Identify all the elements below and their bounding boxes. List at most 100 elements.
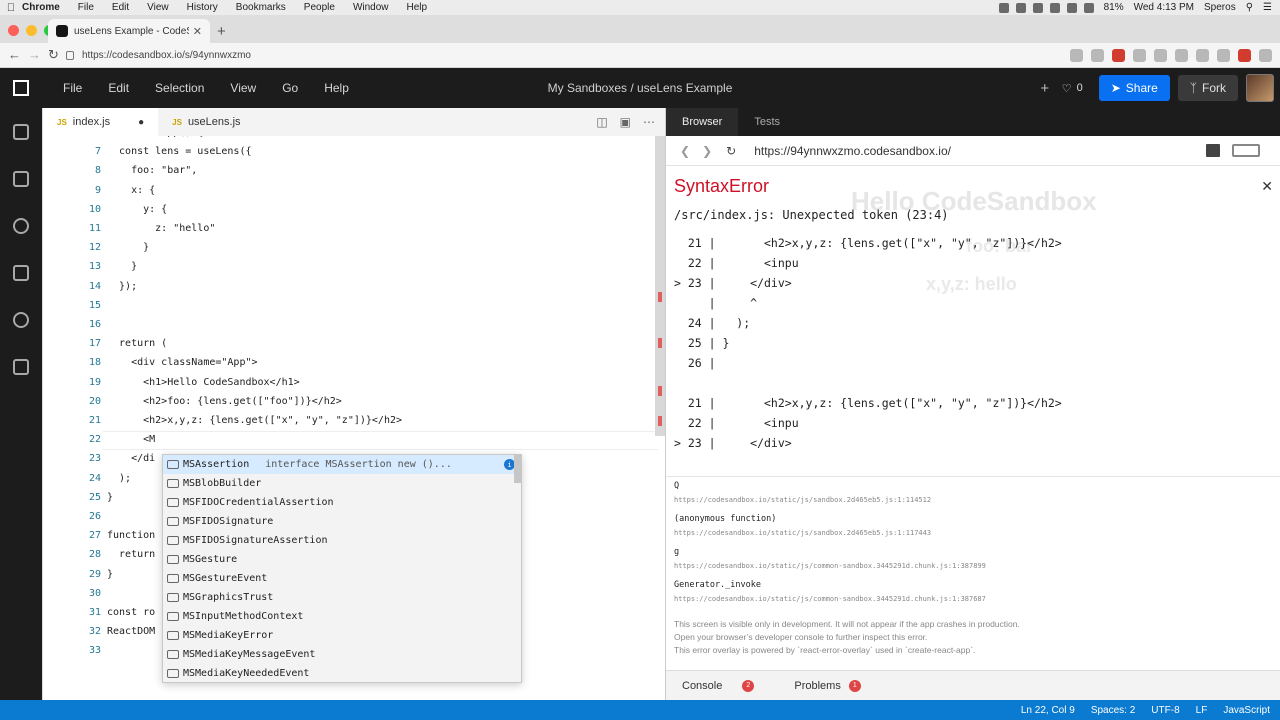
github-icon[interactable] — [0, 202, 42, 249]
autocomplete-item[interactable]: MSInputMethodContext — [163, 607, 521, 626]
code-line[interactable]: } — [107, 569, 113, 580]
user-name[interactable]: Speros — [1204, 2, 1236, 13]
autocomplete-item[interactable]: MSGesture — [163, 550, 521, 569]
menu-help[interactable]: Help — [311, 81, 362, 95]
autocomplete-item[interactable]: MSFIDOCredentialAssertion — [163, 493, 521, 512]
autocomplete-item[interactable]: MSFIDOSignature — [163, 512, 521, 531]
autocomplete-item[interactable]: MSMediaKeyMessageEvent — [163, 645, 521, 664]
language-mode[interactable]: JavaScript — [1223, 705, 1270, 716]
back-icon[interactable]: ← — [8, 47, 21, 62]
stack-link[interactable]: https://codesandbox.io/static/js/common-… — [674, 595, 986, 603]
code-line[interactable]: <M — [107, 434, 155, 445]
add-icon[interactable]: + — [1036, 80, 1054, 97]
preview-icon[interactable]: ▣ — [620, 115, 631, 129]
address-bar[interactable]: https://codesandbox.io/s/94ynnwxzmo — [66, 46, 1034, 64]
apple-icon[interactable]:  — [0, 2, 22, 14]
more-icon[interactable]: ⋯ — [643, 115, 655, 129]
close-tab-icon[interactable]: ✕ — [193, 25, 202, 38]
code-line[interactable]: return ( — [107, 338, 167, 349]
toggle-icon[interactable] — [1232, 144, 1260, 157]
code-line[interactable]: ); — [107, 473, 131, 484]
extension-icon[interactable] — [1154, 49, 1167, 62]
autocomplete-scrollbar[interactable] — [514, 455, 521, 483]
autocomplete-item[interactable]: MSGraphicsTrust — [163, 588, 521, 607]
tab-browser[interactable]: Browser — [666, 108, 739, 136]
preview-refresh-icon[interactable]: ↻ — [726, 144, 736, 158]
menu-file[interactable]: File — [50, 81, 95, 95]
extension-icon[interactable] — [1217, 49, 1230, 62]
mac-menu-history[interactable]: History — [187, 2, 218, 13]
tray-icon[interactable] — [1015, 2, 1026, 13]
mac-menu-people[interactable]: People — [304, 2, 335, 13]
code-line[interactable]: return — [107, 549, 155, 560]
autocomplete-item[interactable]: MSAssertion interface MSAssertion new ().… — [163, 455, 521, 474]
codesandbox-logo-icon[interactable] — [0, 68, 42, 108]
preview-url[interactable]: https://94ynnwxzmo.codesandbox.io/ — [754, 144, 951, 158]
reload-icon[interactable]: ↻ — [48, 47, 59, 63]
deploy-rocket-icon[interactable] — [0, 249, 42, 296]
settings-gear-icon[interactable] — [0, 296, 42, 343]
code-line[interactable]: </di — [107, 453, 155, 464]
stack-link[interactable]: https://codesandbox.io/static/js/sandbox… — [674, 496, 931, 504]
autocomplete-item[interactable]: MSFIDOSignatureAssertion — [163, 531, 521, 550]
list-icon[interactable]: ☰ — [1263, 2, 1272, 13]
like-button[interactable]: ♡ 0 — [1062, 82, 1083, 95]
minimize-window-button[interactable] — [26, 25, 37, 36]
sandbox-info-icon[interactable] — [0, 108, 42, 155]
encoding[interactable]: UTF-8 — [1151, 705, 1179, 716]
unsaved-indicator[interactable]: ● — [138, 117, 144, 128]
code-line[interactable]: <h2>foo: {lens.get(["foo"])}</h2> — [107, 396, 342, 407]
clock[interactable]: Wed 4:13 PM — [1134, 2, 1194, 13]
mac-menu-bookmarks[interactable]: Bookmarks — [236, 2, 286, 13]
mac-menu-window[interactable]: Window — [353, 2, 389, 13]
tab-tests[interactable]: Tests — [738, 108, 796, 136]
cursor-position[interactable]: Ln 22, Col 9 — [1021, 705, 1075, 716]
live-icon[interactable] — [0, 343, 42, 390]
line-ending[interactable]: LF — [1196, 705, 1208, 716]
share-button[interactable]: ➤ Share — [1098, 75, 1170, 101]
code-line[interactable]: <h2>x,y,z: {lens.get(["x", "y", "z"])}</… — [107, 415, 402, 426]
more-vertical-icon[interactable] — [1259, 49, 1272, 62]
stack-link[interactable]: https://codesandbox.io/static/js/sandbox… — [674, 529, 931, 537]
browser-tab[interactable]: useLens Example - CodeSandbox ✕ — [48, 19, 210, 43]
autocomplete-item[interactable]: MSBlobBuilder — [163, 474, 521, 493]
code-line[interactable]: ReactDOM — [107, 626, 155, 637]
tab-console[interactable]: Console 2 — [666, 679, 770, 692]
code-line[interactable]: function App() { — [107, 136, 203, 138]
code-line[interactable]: x: { — [107, 185, 155, 196]
split-editor-icon[interactable]: ◫ — [596, 115, 607, 129]
code-line[interactable]: const lens = useLens({ — [107, 146, 251, 157]
file-explorer-icon[interactable] — [0, 155, 42, 202]
mac-menu-help[interactable]: Help — [407, 2, 428, 13]
new-tab-icon[interactable]: + — [217, 23, 226, 40]
code-line[interactable]: const ro — [107, 607, 155, 618]
tray-icon[interactable] — [998, 2, 1009, 13]
editor-tab-index[interactable]: JS index.js ● — [43, 108, 159, 136]
code-line[interactable]: } — [107, 261, 137, 272]
close-error-icon[interactable]: ✕ — [1261, 178, 1273, 195]
code-line[interactable]: function — [107, 530, 155, 541]
code-line[interactable]: }); — [107, 281, 137, 292]
autocomplete-item[interactable]: MSMediaKeyError — [163, 626, 521, 645]
editor-tab-uselens[interactable]: JS useLens.js — [158, 108, 254, 136]
menu-view[interactable]: View — [217, 81, 269, 95]
tab-problems[interactable]: Problems 1 — [778, 679, 876, 692]
autocomplete-item[interactable]: MSMediaKeyNeededEvent — [163, 664, 521, 682]
search-icon[interactable]: ⚲ — [1246, 2, 1253, 13]
profile-icon[interactable] — [1238, 49, 1251, 62]
code-line[interactable]: } — [107, 242, 149, 253]
app-name[interactable]: Chrome — [22, 2, 60, 13]
battery-percent[interactable]: 81% — [1104, 2, 1124, 13]
forward-icon[interactable]: → — [28, 47, 41, 62]
tray-icon[interactable] — [1049, 2, 1060, 13]
code-line[interactable]: } — [107, 492, 113, 503]
menu-selection[interactable]: Selection — [142, 81, 217, 95]
open-new-window-icon[interactable] — [1206, 144, 1220, 157]
editor-scrollbar[interactable] — [655, 136, 665, 436]
mac-menu-edit[interactable]: Edit — [112, 2, 129, 13]
bookmark-star-icon[interactable] — [1091, 49, 1104, 62]
fork-button[interactable]: ᛉ Fork — [1177, 75, 1238, 101]
extension-icon[interactable] — [1133, 49, 1146, 62]
menu-go[interactable]: Go — [269, 81, 311, 95]
code-line[interactable]: <h1>Hello CodeSandbox</h1> — [107, 377, 300, 388]
